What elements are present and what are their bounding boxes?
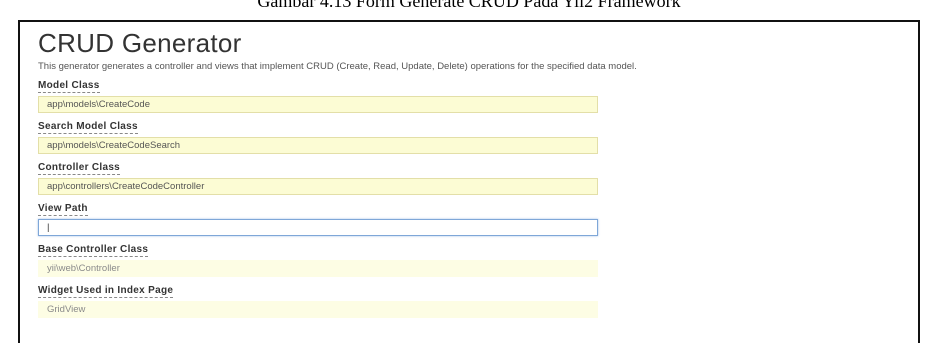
figure-caption: Gambar 4.13 Form Generate CRUD Pada Yii2… (257, 0, 681, 11)
view-path-input[interactable]: | (38, 219, 598, 236)
generator-description: This generator generates a controller an… (38, 61, 637, 72)
model-class-input[interactable]: app\models\CreateCode (38, 96, 598, 113)
model-class-label: Model Class (38, 80, 100, 93)
controller-class-label: Controller Class (38, 162, 121, 175)
index-widget-input[interactable]: GridView (38, 301, 598, 318)
view-path-label: View Path (38, 203, 88, 216)
index-widget-group: Widget Used in Index Page GridView (38, 280, 898, 318)
search-model-class-label: Search Model Class (38, 121, 138, 134)
base-controller-class-input[interactable]: yii\web\Controller (38, 260, 598, 277)
page-title: CRUD Generator (38, 28, 242, 58)
controller-class-input[interactable]: app\controllers\CreateCodeController (38, 178, 598, 195)
model-class-group: Model Class app\models\CreateCode (38, 75, 898, 113)
crud-generator-panel: CRUD Generator This generator generates … (18, 20, 920, 343)
view-path-group: View Path | (38, 198, 898, 236)
base-controller-class-group: Base Controller Class yii\web\Controller (38, 239, 898, 277)
generator-form: CRUD Generator This generator generates … (38, 28, 898, 318)
base-controller-class-label: Base Controller Class (38, 244, 149, 257)
search-model-class-input[interactable]: app\models\CreateCodeSearch (38, 137, 598, 154)
index-widget-label: Widget Used in Index Page (38, 285, 174, 298)
controller-class-group: Controller Class app\controllers\CreateC… (38, 157, 898, 195)
search-model-class-group: Search Model Class app\models\CreateCode… (38, 116, 898, 154)
